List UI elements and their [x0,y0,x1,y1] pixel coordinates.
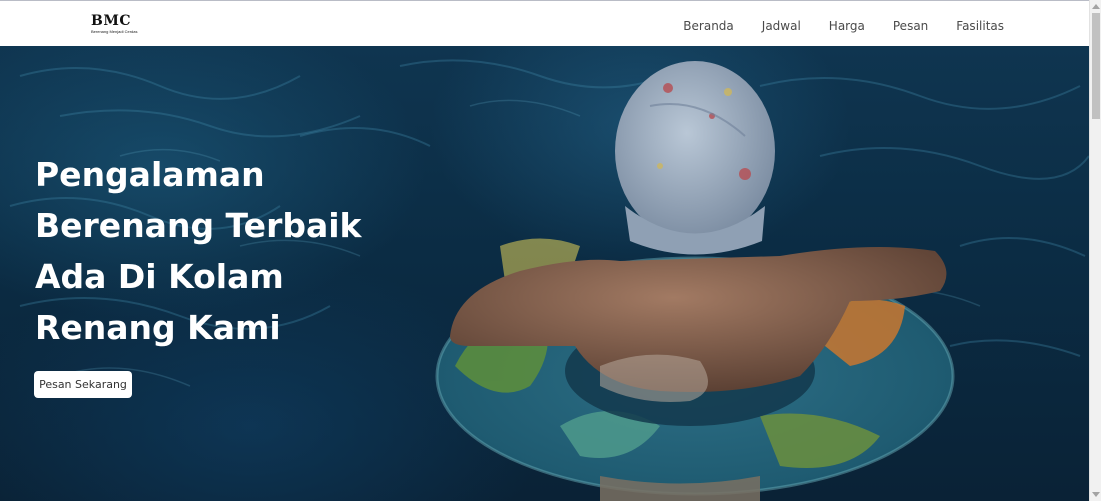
hero-headline-line: Renang Kami [35,308,281,347]
nav-link-jadwal[interactable]: Jadwal [762,19,801,33]
brand-tagline: Berenang Menjadi Cerdas [91,29,138,34]
hero-headline-line: Berenang Terbaik [35,206,362,245]
page-scrollbar[interactable] [1089,0,1101,501]
nav-link-pesan[interactable]: Pesan [893,19,928,33]
scroll-thumb[interactable] [1092,13,1100,119]
hero-headline: Pengalaman Berenang Terbaik Ada Di Kolam… [35,149,365,353]
brand-mark: BMC [91,13,131,29]
scroll-up-icon[interactable] [1092,4,1100,9]
hero-headline-line: Ada Di Kolam [35,257,284,296]
nav-links: Beranda Jadwal Harga Pesan Fasilitas [683,1,1004,47]
book-now-button[interactable]: Pesan Sekarang [34,371,132,398]
hero-headline-line: Pengalaman [35,155,265,194]
brand-logo[interactable]: BMC Berenang Menjadi Cerdas [91,14,141,38]
nav-link-harga[interactable]: Harga [829,19,865,33]
scroll-down-icon[interactable] [1092,492,1100,497]
hero-section: Pengalaman Berenang Terbaik Ada Di Kolam… [0,46,1089,501]
nav-link-beranda[interactable]: Beranda [683,19,733,33]
navbar: BMC Berenang Menjadi Cerdas Beranda Jadw… [0,0,1089,46]
nav-link-fasilitas[interactable]: Fasilitas [956,19,1004,33]
